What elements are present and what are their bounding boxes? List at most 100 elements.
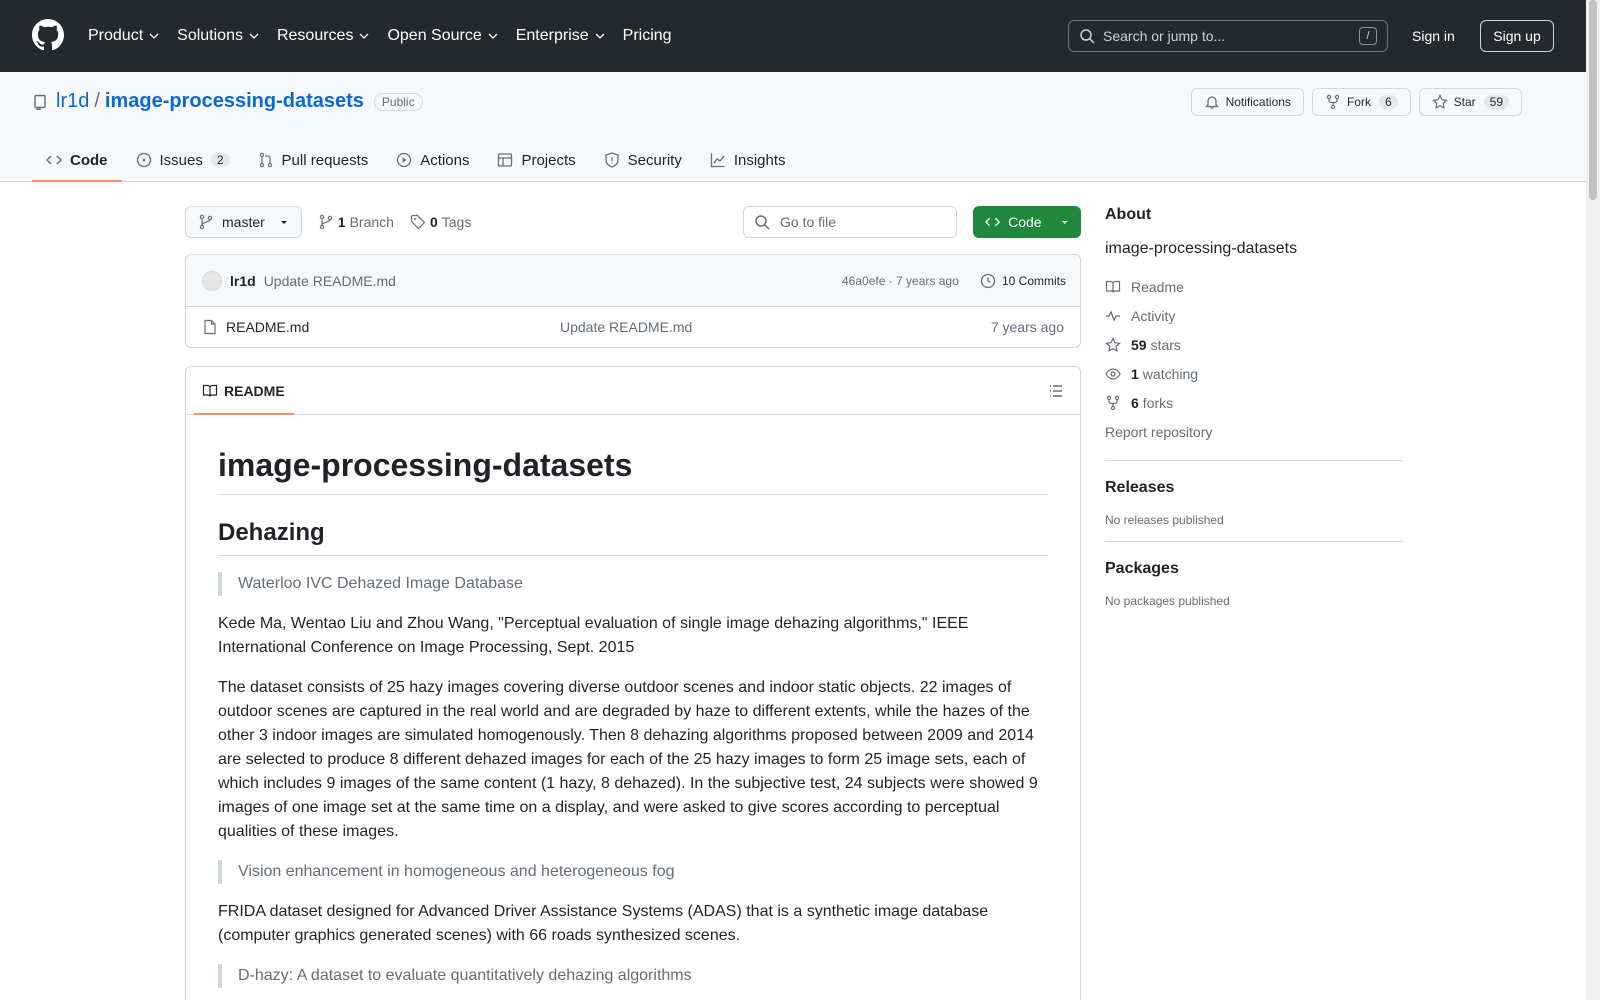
nav-pricing[interactable]: Pricing <box>623 27 672 45</box>
watchers-link[interactable]: 1 watching <box>1105 359 1403 388</box>
latest-commit-row: lr1d Update README.md 46a0efe · 7 years … <box>186 255 1080 307</box>
chevron-down-icon <box>595 33 605 39</box>
tab-security[interactable]: Security <box>590 138 696 182</box>
file-icon <box>204 319 216 335</box>
branch-count: 1 <box>337 214 346 230</box>
file-name[interactable]: README.md <box>226 319 309 335</box>
star-icon <box>1431 94 1448 110</box>
tag-count: 0 <box>429 214 438 230</box>
visibility-badge: Public <box>373 92 423 111</box>
tags-link[interactable]: 0 Tags <box>410 214 471 230</box>
pulse-icon <box>1106 309 1120 322</box>
tab-label: Actions <box>420 151 470 169</box>
branches-link[interactable]: 1 Branch <box>318 214 394 230</box>
nav-resources[interactable]: Resources <box>277 27 369 45</box>
fork-icon <box>1326 94 1340 110</box>
repo-main-content: master 1 Branch 0 Tags Go to file Code l… <box>185 206 1081 1000</box>
table-row[interactable]: README.md Update README.md 7 years ago <box>186 307 1080 347</box>
search-icon <box>755 215 770 230</box>
branch-name: master <box>222 214 265 230</box>
tab-insights[interactable]: Insights <box>696 138 800 182</box>
star-button[interactable]: Star 59 <box>1418 88 1522 116</box>
packages-heading[interactable]: Packages <box>1105 560 1403 578</box>
stars-link[interactable]: 59 stars <box>1105 330 1403 359</box>
divider <box>1105 541 1403 542</box>
tab-actions[interactable]: Actions <box>382 138 483 182</box>
file-commit-message[interactable]: Update README.md <box>560 319 692 335</box>
tab-label: Code <box>70 151 108 169</box>
readme-tab[interactable]: README <box>194 367 302 415</box>
go-to-file-placeholder: Go to file <box>780 214 837 230</box>
releases-heading[interactable]: Releases <box>1105 479 1403 497</box>
packages-empty-text: No packages published <box>1105 594 1230 608</box>
readme-link[interactable]: Readme <box>1105 272 1403 301</box>
file-toolbar: master 1 Branch 0 Tags Go to file Code <box>185 206 1081 238</box>
notifications-label: Notifications <box>1225 95 1291 109</box>
commit-message[interactable]: Update README.md <box>264 273 396 289</box>
chevron-down-icon <box>359 33 369 39</box>
nav-label: Solutions <box>177 27 243 44</box>
report-link-label: Report repository <box>1105 423 1213 440</box>
tab-projects[interactable]: Projects <box>483 138 589 182</box>
readme-blockquote: D-hazy: A dataset to evaluate quantitati… <box>218 964 1048 988</box>
sign-in-link[interactable]: Sign in <box>1412 28 1455 44</box>
readme-paragraph: FRIDA dataset designed for Advanced Driv… <box>218 903 989 944</box>
go-to-file-input[interactable]: Go to file <box>743 206 957 238</box>
chevron-down-icon <box>488 33 498 39</box>
branch-selector[interactable]: master <box>185 206 302 238</box>
list-icon[interactable] <box>1048 383 1064 399</box>
tab-code[interactable]: Code <box>32 138 122 182</box>
report-repository-link[interactable]: Report repository <box>1105 417 1403 446</box>
notifications-button[interactable]: Notifications <box>1190 88 1304 116</box>
book-icon <box>1105 280 1121 293</box>
fork-count: 6 <box>1378 95 1398 109</box>
repo-header: lr1d / image-processing-datasets Public … <box>0 72 1586 182</box>
repo-title: lr1d / image-processing-datasets Public <box>32 90 423 113</box>
sign-up-button[interactable]: Sign up <box>1480 20 1554 52</box>
search-input[interactable]: Search or jump to... / <box>1068 20 1388 52</box>
nav-solutions[interactable]: Solutions <box>177 27 259 45</box>
watching-label: watching <box>1142 365 1199 382</box>
star-icon <box>1105 336 1121 352</box>
pull-request-icon <box>259 152 272 168</box>
forks-link[interactable]: 6 forks <box>1105 388 1403 417</box>
star-label: Star <box>1453 95 1476 109</box>
global-header: Product Solutions Resources Open Source … <box>0 0 1586 72</box>
readme-blockquote: Waterloo IVC Dehazed Image Database <box>218 572 1048 596</box>
readme-tabbar: README <box>186 367 1080 415</box>
tab-label: Security <box>627 151 682 169</box>
nav-label: Enterprise <box>515 27 589 44</box>
repo-owner-link[interactable]: lr1d <box>56 90 89 113</box>
commit-hash-age[interactable]: 46a0efe · 7 years ago <box>842 274 959 288</box>
readme-title: image-processing-datasets <box>218 447 1048 495</box>
nav-open-source[interactable]: Open Source <box>387 27 498 45</box>
commits-link[interactable]: 10 Commits <box>980 273 1066 289</box>
readme-panel: README image-processing-datasets Dehazin… <box>185 366 1081 1000</box>
nav-enterprise[interactable]: Enterprise <box>516 27 605 45</box>
tab-pull-requests[interactable]: Pull requests <box>244 138 383 182</box>
divider <box>1105 460 1403 461</box>
repo-actions: Notifications Fork 6 Star 59 <box>1190 88 1522 116</box>
fork-label: Fork <box>1346 95 1371 109</box>
scrollbar-thumb[interactable] <box>1589 0 1597 200</box>
page-scrollbar[interactable] <box>1586 0 1600 1000</box>
nav-label: Pricing <box>622 27 672 44</box>
issue-icon <box>136 152 151 168</box>
avatar[interactable] <box>202 270 222 291</box>
readme-section-heading: Dehazing <box>218 519 1048 556</box>
star-count: 59 <box>1483 95 1509 109</box>
github-logo-icon[interactable] <box>32 18 64 54</box>
top-nav: Product Solutions Resources Open Source … <box>88 27 690 45</box>
readme-paragraph: Kede Ma, Wentao Liu and Zhou Wang, "Perc… <box>218 615 969 656</box>
tab-issues[interactable]: Issues 2 <box>122 138 244 182</box>
code-button[interactable]: Code <box>973 206 1081 238</box>
commit-author[interactable]: lr1d <box>230 273 256 289</box>
fork-button[interactable]: Fork 6 <box>1311 88 1411 116</box>
tag-icon <box>410 214 426 230</box>
activity-link[interactable]: Activity <box>1105 301 1403 330</box>
forks-count: 6 <box>1131 394 1139 411</box>
tab-label: Issues <box>159 151 203 169</box>
nav-product[interactable]: Product <box>88 27 159 45</box>
repo-name-link[interactable]: image-processing-datasets <box>105 90 364 113</box>
commit-count: 10 Commits <box>1001 273 1066 288</box>
